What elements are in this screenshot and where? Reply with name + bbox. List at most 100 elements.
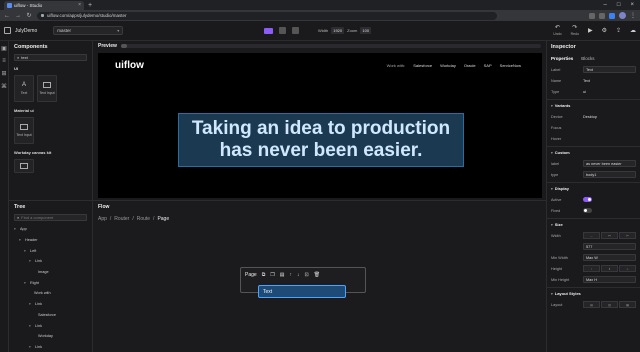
tree-item[interactable]: ▾ Link (14, 320, 87, 331)
section-display[interactable]: ▾ Display (547, 182, 640, 194)
components-icon[interactable]: ▣ (1, 45, 7, 52)
custom-type-select[interactable]: body1 (583, 171, 636, 178)
layers-icon[interactable]: ≡ (2, 58, 6, 64)
redo-label: Redo (570, 32, 579, 36)
new-tab-button[interactable]: + (88, 2, 92, 9)
menu-icon[interactable]: ⋮ (630, 12, 636, 19)
address-bar: ← → ↻ uiflow.com/apps/julydemo/studio/ma… (0, 10, 640, 21)
undo-button[interactable]: ↶ Undo (553, 24, 561, 36)
nav-link-workday[interactable]: Workday (440, 63, 456, 68)
nav-link-oracle[interactable]: Oracle (464, 63, 476, 68)
preview-scroll-slider[interactable] (120, 44, 541, 48)
nav-link-servicenow[interactable]: ServiceNow (500, 63, 521, 68)
max-width-input[interactable]: Max W (583, 254, 636, 261)
publish-icon[interactable]: ☁ (630, 27, 636, 34)
custom-label-input[interactable]: as never been easier (583, 160, 636, 167)
layout-mode-segment[interactable]: ▤ ▥ ▦ (583, 301, 636, 308)
card-label: Text Input (16, 133, 32, 137)
duplicate-icon[interactable]: ⧉ (262, 272, 266, 278)
nav-link-sap[interactable]: SAP (484, 63, 492, 68)
max-height-input[interactable]: Max H (583, 276, 636, 283)
tree-item[interactable]: ▾ Link (14, 342, 87, 352)
variant-row[interactable]: Hover (547, 133, 640, 144)
forward-icon[interactable]: → (15, 13, 21, 19)
tablet-device-icon[interactable] (279, 27, 286, 34)
settings-icon[interactable]: ⚙ (602, 27, 607, 34)
project-name[interactable]: JulyDemo (15, 28, 37, 34)
toolbar-actions: ↶ Undo ↷ Redo ▶ ⚙ ⇪ ☁ (553, 24, 636, 36)
breadcrumb-item[interactable]: Router (114, 216, 129, 222)
component-card-text[interactable]: A Text (14, 75, 34, 102)
section-variants[interactable]: ▾ Variants (547, 99, 640, 111)
profile-avatar[interactable] (619, 12, 626, 19)
extension-icon[interactable] (589, 12, 595, 19)
paste-icon[interactable]: ▤ (280, 272, 285, 278)
height-mode-segment[interactable]: ↕ ⇕ ⊥ (583, 265, 636, 272)
preview-canvas[interactable]: uiflow Work with: Salesforce Workday Ora… (98, 53, 542, 198)
close-window-icon[interactable]: × (630, 2, 634, 8)
play-icon[interactable]: ▶ (588, 27, 593, 34)
tree-item[interactable]: Salesforce (14, 310, 87, 321)
hero-text-selected[interactable]: Taking an idea to production has never b… (178, 113, 464, 167)
tree-item[interactable]: ▾ App (14, 224, 87, 235)
breadcrumb-item[interactable]: Route (137, 216, 150, 222)
width-input[interactable]: 1920 (331, 27, 345, 34)
component-card-text-input[interactable]: Text Input (14, 117, 34, 144)
width-row: Width ↔ ↦ ⊢ (547, 230, 640, 241)
tree-item[interactable]: ▾ Header (14, 235, 87, 246)
branch-select[interactable]: master ▾ (53, 26, 124, 35)
redo-button[interactable]: ↷ Redo (571, 24, 579, 36)
device-value[interactable]: Desktop (583, 115, 597, 119)
back-icon[interactable]: ← (4, 13, 10, 19)
caret-down-icon: ▾ (24, 248, 26, 253)
browser-tab[interactable]: uiflow - Studio × (4, 0, 84, 10)
active-toggle[interactable] (583, 197, 592, 202)
desktop-device-icon[interactable] (264, 27, 273, 34)
section-layout-styles[interactable]: ▾ Layout Styles (547, 287, 640, 299)
tree-item[interactable]: ▾ Left (14, 245, 87, 256)
name-value: Text (583, 78, 590, 83)
arrow-down-icon[interactable]: ↓ (297, 272, 300, 278)
width-value-input[interactable]: 577 (583, 243, 636, 250)
section-size[interactable]: ▾ Size (547, 218, 640, 230)
tree-item[interactable]: ▾ Link (14, 299, 87, 310)
width-mode-segment[interactable]: ↔ ↦ ⊢ (583, 232, 636, 239)
tree-item[interactable]: Workday (14, 331, 87, 342)
component-card-text-input[interactable]: Text Input (37, 75, 57, 102)
tree-item[interactable]: Work with (14, 288, 87, 299)
mobile-device-icon[interactable] (292, 27, 299, 34)
zoom-input[interactable]: 100 (360, 27, 372, 34)
trash-icon[interactable]: 🗑 (314, 272, 320, 278)
wrap-icon[interactable]: ⊡ (304, 272, 308, 278)
tree-item[interactable]: ▾ Link (14, 256, 87, 267)
tree-item[interactable]: Image (14, 267, 87, 278)
variant-row[interactable]: Focus (547, 122, 640, 133)
arrow-up-icon[interactable]: ↑ (289, 272, 292, 278)
undo-icon: ↶ (554, 25, 560, 31)
extension-icon[interactable] (599, 12, 605, 19)
text-node-selected[interactable]: Text (258, 285, 346, 298)
section-custom[interactable]: ▾ Custom (547, 146, 640, 158)
url-field[interactable]: uiflow.com/apps/julydemo/studio/master (37, 11, 497, 20)
display-fixed-row: Fixed (547, 205, 640, 216)
code-icon[interactable]: ⌘ (1, 83, 7, 90)
minimize-icon[interactable]: – (604, 2, 607, 8)
tree-search-input[interactable]: ⌕ Find a component (14, 214, 87, 221)
extension-icon[interactable] (609, 12, 615, 19)
label-input[interactable]: Text (583, 66, 636, 73)
copy-icon[interactable]: ❐ (270, 272, 274, 278)
tree-item[interactable]: ▾ Right (14, 277, 87, 288)
maximize-icon[interactable]: □ (617, 2, 621, 8)
nav-link-salesforce[interactable]: Salesforce (413, 63, 432, 68)
data-icon[interactable]: ⊞ (1, 70, 6, 77)
components-search-input[interactable]: ⌕ text (14, 54, 87, 61)
close-tab-icon[interactable]: × (78, 2, 81, 8)
share-icon[interactable]: ⇪ (616, 27, 621, 34)
fixed-toggle[interactable] (583, 208, 592, 213)
breadcrumb-item[interactable]: App (98, 216, 107, 222)
tab-blocks[interactable]: Blocks (581, 56, 594, 61)
brand-logo[interactable]: uiflow (115, 60, 144, 71)
tab-properties[interactable]: Properties (551, 56, 573, 61)
component-card[interactable] (14, 159, 34, 173)
reload-icon[interactable]: ↻ (26, 12, 32, 19)
